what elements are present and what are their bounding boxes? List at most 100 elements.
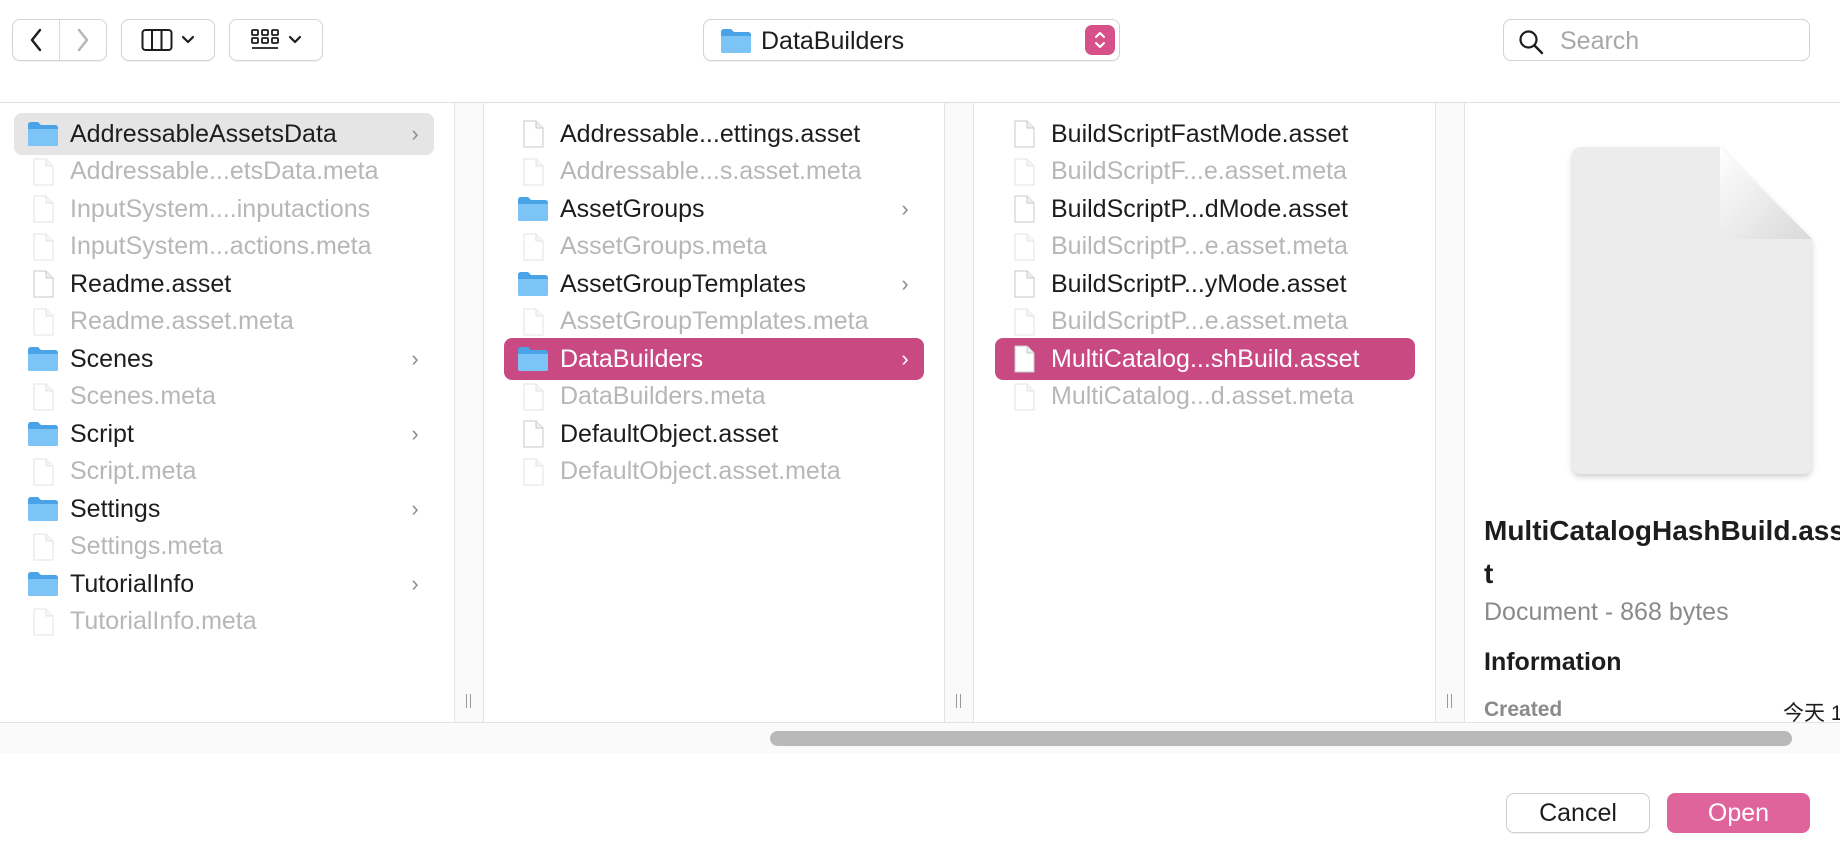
document-icon	[1007, 382, 1041, 412]
file-row[interactable]: Addressable...s.asset.meta	[504, 151, 924, 193]
file-row[interactable]: Scenes.meta	[14, 376, 434, 418]
folder-row[interactable]: TutorialInfo ›	[14, 563, 434, 605]
item-label: InputSystem....inputactions	[70, 194, 371, 223]
folder-row[interactable]: AssetGroupTemplates ›	[504, 263, 924, 305]
item-label: Addressable...s.asset.meta	[560, 157, 862, 185]
item-label: Script.meta	[70, 457, 197, 485]
folder-icon	[26, 569, 60, 599]
column-resize-handle[interactable]	[454, 103, 484, 722]
item-label: Scenes.meta	[70, 382, 216, 410]
item-label: BuildScriptF...e.asset.meta	[1051, 157, 1347, 185]
preview-pane: MultiCatalogHashBuild.asset Document - 8…	[1465, 103, 1840, 722]
file-row[interactable]: BuildScriptP...e.asset.meta	[995, 301, 1415, 343]
item-label: Script	[70, 419, 134, 448]
column-1[interactable]: AddressableAssetsData › Addressable...etsD…	[0, 103, 453, 722]
file-row[interactable]: BuildScriptP...yMode.asset	[995, 263, 1415, 305]
folder-row[interactable]: Scenes ›	[14, 338, 434, 380]
search-input[interactable]	[1558, 24, 1802, 58]
item-label: AssetGroups	[560, 194, 705, 223]
item-label: DataBuilders	[560, 344, 704, 373]
item-label: AssetGroups.meta	[560, 232, 768, 260]
document-icon	[26, 532, 60, 562]
item-label: BuildScriptFastMode.asset	[1051, 119, 1349, 148]
file-row[interactable]: DefaultObject.asset	[504, 413, 924, 455]
document-icon	[516, 419, 550, 449]
file-row[interactable]: Readme.asset.meta	[14, 301, 434, 343]
column-resize-handle[interactable]	[1435, 103, 1465, 722]
file-row[interactable]: Script.meta	[14, 451, 434, 493]
folder-row[interactable]: Script ›	[14, 413, 434, 455]
folder-row[interactable]: Settings ›	[14, 488, 434, 530]
created-label: Created	[1484, 698, 1563, 721]
grid-icon	[251, 29, 279, 49]
chevron-down-icon	[181, 35, 195, 44]
item-label: MultiCatalog...shBuild.asset	[1051, 344, 1360, 373]
item-label: Settings.meta	[70, 532, 223, 560]
folder-icon	[26, 344, 60, 374]
document-icon	[1007, 194, 1041, 224]
item-label: BuildScriptP...e.asset.meta	[1051, 232, 1348, 260]
file-row[interactable]: MultiCatalog...d.asset.meta	[995, 376, 1415, 418]
back-button[interactable]	[13, 20, 59, 60]
horizontal-scroll-thumb[interactable]	[770, 731, 1792, 746]
file-row[interactable]: AssetGroups.meta	[504, 226, 924, 268]
file-row[interactable]: BuildScriptP...dMode.asset	[995, 188, 1415, 230]
item-label: AssetGroupTemplates	[560, 269, 806, 298]
cancel-button[interactable]: Cancel	[1506, 793, 1650, 833]
document-icon	[516, 307, 550, 337]
document-icon	[1560, 139, 1820, 489]
navigation-buttons	[12, 19, 107, 61]
file-row[interactable]: InputSystem....inputactions	[14, 188, 434, 230]
file-row[interactable]: DefaultObject.asset.meta	[504, 451, 924, 493]
open-button[interactable]: Open	[1667, 793, 1810, 833]
column-3[interactable]: BuildScriptFastMode.asset BuildScriptF...…	[975, 103, 1435, 722]
toolbar: DataBuilders	[0, 0, 1840, 103]
forward-button[interactable]	[60, 20, 106, 60]
document-icon	[26, 382, 60, 412]
item-label: Readme.asset	[70, 269, 232, 298]
folder-icon	[26, 419, 60, 449]
column-resize-handle[interactable]	[944, 103, 974, 722]
chevron-right-icon: ›	[411, 121, 419, 146]
created-value: 今天 1	[1783, 702, 1840, 722]
file-row[interactable]: TutorialInfo.meta	[14, 601, 434, 643]
document-icon	[26, 157, 60, 187]
file-row[interactable]: MultiCatalog...shBuild.asset	[995, 338, 1415, 380]
preview-file-kind: Document - 868 bytes	[1484, 598, 1729, 626]
item-label: DefaultObject.asset.meta	[560, 457, 841, 485]
item-label: Settings	[70, 494, 161, 523]
file-row[interactable]: BuildScriptF...e.asset.meta	[995, 151, 1415, 193]
file-row[interactable]: Settings.meta	[14, 526, 434, 568]
column-2[interactable]: Addressable...ettings.asset Addressable..…	[484, 103, 944, 722]
folder-icon	[26, 119, 60, 149]
file-row[interactable]: BuildScriptFastMode.asset	[995, 113, 1415, 155]
folder-row[interactable]: DataBuilders ›	[504, 338, 924, 380]
file-row[interactable]: Addressable...etsData.meta	[14, 151, 434, 193]
file-row[interactable]: BuildScriptP...e.asset.meta	[995, 226, 1415, 268]
file-row[interactable]: Readme.asset	[14, 263, 434, 305]
item-label: DefaultObject.asset	[560, 419, 779, 448]
item-label: MultiCatalog...d.asset.meta	[1051, 382, 1354, 410]
document-icon	[1007, 157, 1041, 187]
file-row[interactable]: InputSystem...actions.meta	[14, 226, 434, 268]
file-row[interactable]: DataBuilders.meta	[504, 376, 924, 418]
path-popup[interactable]: DataBuilders	[703, 19, 1120, 61]
file-row[interactable]: AssetGroupTemplates.meta	[504, 301, 924, 343]
folder-row[interactable]: AddressableAssetsData ›	[14, 113, 434, 155]
document-icon	[26, 269, 60, 299]
file-row[interactable]: Addressable...ettings.asset	[504, 113, 924, 155]
search-field[interactable]	[1503, 19, 1810, 61]
chevron-right-icon	[77, 28, 89, 52]
folder-icon	[516, 269, 550, 299]
item-label: BuildScriptP...yMode.asset	[1051, 269, 1347, 298]
view-mode-button[interactable]	[121, 19, 215, 61]
document-icon	[516, 232, 550, 262]
item-label: TutorialInfo.meta	[70, 607, 257, 635]
document-icon	[26, 232, 60, 262]
chevron-left-icon	[30, 28, 42, 52]
information-header: Information	[1484, 648, 1622, 676]
horizontal-scrollbar[interactable]	[0, 722, 1840, 754]
folder-row[interactable]: AssetGroups ›	[504, 188, 924, 230]
group-by-button[interactable]	[229, 19, 323, 61]
chevron-right-icon: ›	[901, 346, 909, 371]
